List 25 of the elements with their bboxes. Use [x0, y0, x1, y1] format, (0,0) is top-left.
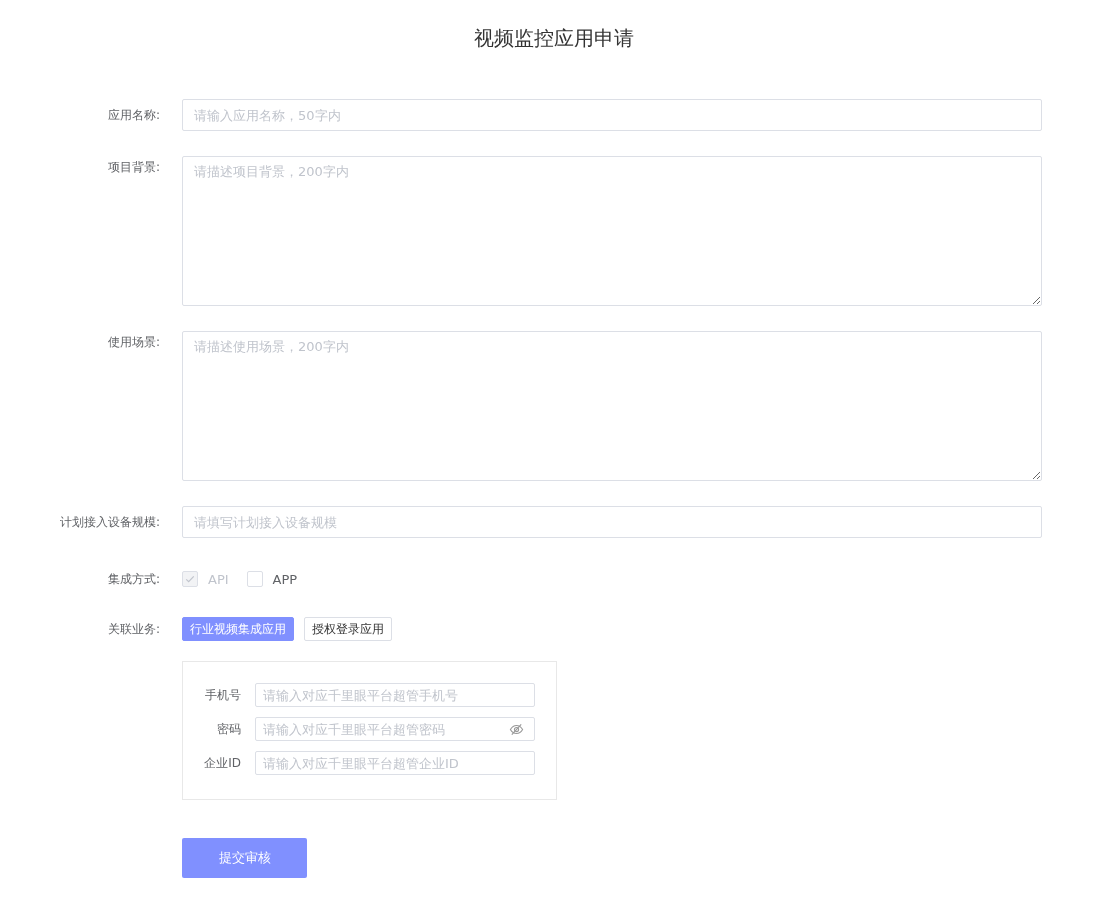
- check-icon: [184, 573, 196, 585]
- field-label: 计划接入设备规模:: [58, 514, 161, 531]
- field-label: 密码: [216, 720, 242, 738]
- input-field[interactable]: 请输入对应千里眼平台超管企业ID: [255, 751, 535, 775]
- field-label: 应用名称:: [106, 107, 161, 124]
- checkbox-label: APP: [272, 571, 298, 587]
- input-field[interactable]: 请输入应用名称，50字内: [182, 99, 1042, 131]
- input-field[interactable]: 请输入对应千里眼平台超管手机号: [255, 683, 535, 707]
- checkbox-label: API: [208, 571, 229, 587]
- text-area[interactable]: 请描述项目背景，200字内: [182, 156, 1042, 306]
- checkbox[interactable]: [246, 571, 263, 587]
- field-label: 项目背景:: [106, 159, 161, 176]
- field-label: 手机号: [204, 686, 242, 704]
- input-field[interactable]: 请填写计划接入设备规模: [182, 506, 1042, 538]
- submit-button[interactable]: 提交审核: [182, 838, 307, 878]
- field-label: 企业ID: [203, 754, 242, 772]
- option-button[interactable]: 授权登录应用: [304, 617, 392, 641]
- option-button[interactable]: 行业视频集成应用: [182, 617, 294, 641]
- field-label: 关联业务:: [106, 621, 161, 638]
- text-area[interactable]: 请描述使用场景，200字内: [182, 331, 1042, 481]
- eye-slash-icon[interactable]: [509, 721, 524, 737]
- page-title: 视频监控应用申请: [472, 25, 635, 52]
- field-label: 使用场景:: [106, 334, 161, 351]
- password-field[interactable]: 请输入对应千里眼平台超管密码: [255, 717, 535, 741]
- field-label: 集成方式:: [106, 571, 161, 588]
